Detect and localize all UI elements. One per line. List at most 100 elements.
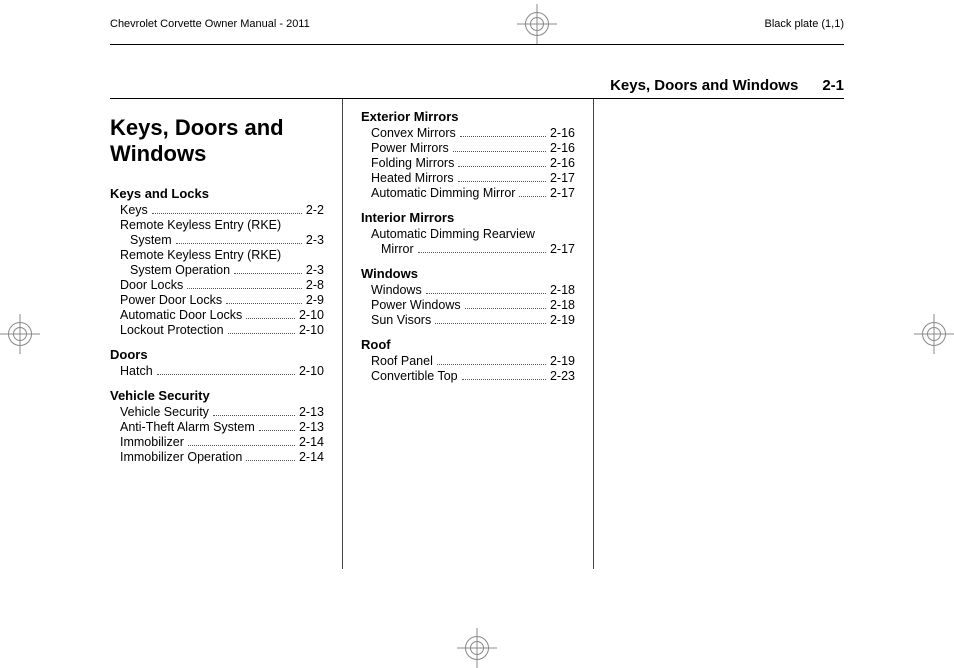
toc-leader-dots — [426, 293, 546, 294]
registration-mark-left — [6, 320, 34, 348]
toc-section-heading: Roof — [361, 337, 575, 352]
toc-entry-label: Roof Panel — [371, 354, 433, 368]
toc-entry-page: 2-13 — [299, 420, 324, 434]
toc-leader-dots — [458, 181, 546, 182]
toc-entry-label: Heated Mirrors — [371, 171, 454, 185]
toc-entry: Automatic Dimming Rearview — [371, 227, 575, 241]
toc-entry: Windows 2-18 — [371, 283, 575, 297]
toc-entry: Hatch 2-10 — [120, 364, 324, 378]
toc-entry-label: Immobilizer — [120, 435, 184, 449]
toc-section-heading: Keys and Locks — [110, 186, 324, 201]
toc-section-heading: Exterior Mirrors — [361, 109, 575, 124]
toc-entry-page: 2-9 — [306, 293, 324, 307]
toc-entry-page: 2-18 — [550, 298, 575, 312]
toc-leader-dots — [246, 318, 295, 319]
toc-entry-page: 2-14 — [299, 435, 324, 449]
toc-entry-label: Power Door Locks — [120, 293, 222, 307]
toc-leader-dots — [259, 430, 295, 431]
toc-entry-page: 2-2 — [306, 203, 324, 217]
toc-leader-dots — [234, 273, 302, 274]
toc-entry-label: Automatic Dimming Mirror — [371, 186, 515, 200]
toc-entry-page: 2-17 — [550, 186, 575, 200]
toc-entry-label: Convex Mirrors — [371, 126, 456, 140]
toc-entry-page: 2-10 — [299, 364, 324, 378]
toc-entry: Folding Mirrors 2-16 — [371, 156, 575, 170]
toc-column-2: Exterior Mirrors Convex Mirrors 2-16 Power … — [343, 99, 594, 569]
toc-entry-page: 2-17 — [550, 242, 575, 256]
toc-entry-label: Anti-Theft Alarm System — [120, 420, 255, 434]
toc-leader-dots — [465, 308, 546, 309]
toc-leader-dots — [418, 252, 546, 253]
toc-leader-dots — [213, 415, 295, 416]
toc-entry-label: Convertible Top — [371, 369, 458, 383]
toc-leader-dots — [188, 445, 295, 446]
toc-leader-dots — [187, 288, 302, 289]
running-head-title: Keys, Doors and Windows — [610, 77, 798, 94]
toc-entry-page: 2-17 — [550, 171, 575, 185]
toc-leader-dots — [453, 151, 546, 152]
running-head-page: 2-1 — [822, 77, 844, 94]
toc-entry: Roof Panel2-19 — [371, 354, 575, 368]
toc-entry-label: Automatic Dimming Rearview — [371, 227, 535, 241]
toc-entry: Remote Keyless Entry (RKE) — [120, 248, 324, 262]
toc-leader-dots — [437, 364, 546, 365]
toc-entry: Remote Keyless Entry (RKE) — [120, 218, 324, 232]
toc-entry-label: Vehicle Security — [120, 405, 209, 419]
toc-column-1: Keys, Doors and Windows Keys and Locks Ke… — [110, 99, 343, 569]
toc-section-heading: Interior Mirrors — [361, 210, 575, 225]
toc-section-heading: Vehicle Security — [110, 388, 324, 403]
toc-entry-label: System — [130, 233, 172, 247]
toc-leader-dots — [462, 379, 546, 380]
toc-entry-page: 2-10 — [299, 308, 324, 322]
toc-section-heading: Doors — [110, 347, 324, 362]
toc-entry-label: Hatch — [120, 364, 153, 378]
toc-entry-page: 2-18 — [550, 283, 575, 297]
toc-leader-dots — [157, 374, 295, 375]
page-content: Keys, Doors and Windows Keys and Locks Ke… — [110, 99, 844, 569]
toc-entry-label: Remote Keyless Entry (RKE) — [120, 218, 281, 232]
toc-entry-page: 2-16 — [550, 156, 575, 170]
toc-entry-page: 2-14 — [299, 450, 324, 464]
header-rule-top — [110, 44, 844, 45]
toc-entry-label: Lockout Protection — [120, 323, 224, 337]
toc-entry: Immobilizer Operation2-14 — [120, 450, 324, 464]
toc-entry: Automatic Dimming Mirror 2-17 — [371, 186, 575, 200]
toc-entry-page: 2-8 — [306, 278, 324, 292]
registration-mark-right — [920, 320, 948, 348]
toc-entry-page: 2-16 — [550, 141, 575, 155]
toc-entry-label: Remote Keyless Entry (RKE) — [120, 248, 281, 262]
toc-entry-label: Windows — [371, 283, 422, 297]
toc-column-3 — [594, 99, 844, 569]
toc-entry: Anti-Theft Alarm System 2-13 — [120, 420, 324, 434]
toc-leader-dots — [152, 213, 302, 214]
toc-entry: Keys 2-2 — [120, 203, 324, 217]
toc-entry-label: Door Locks — [120, 278, 183, 292]
toc-entry-continuation: Mirror2-17 — [381, 242, 575, 256]
toc-entry-label: System Operation — [130, 263, 230, 277]
toc-leader-dots — [176, 243, 302, 244]
chapter-title: Keys, Doors and Windows — [110, 115, 324, 168]
toc-entry: Convertible Top2-23 — [371, 369, 575, 383]
toc-entry-label: Power Mirrors — [371, 141, 449, 155]
toc-entry-page: 2-19 — [550, 313, 575, 327]
toc-entry: Sun Visors2-19 — [371, 313, 575, 327]
toc-entry-label: Folding Mirrors — [371, 156, 454, 170]
toc-entry-page: 2-3 — [306, 263, 324, 277]
toc-entry-continuation: System Operation 2-3 — [130, 263, 324, 277]
running-head: Keys, Doors and Windows 2-1 — [110, 77, 844, 94]
toc-entry-page: 2-16 — [550, 126, 575, 140]
toc-entry: Heated Mirrors 2-17 — [371, 171, 575, 185]
toc-entry-page: 2-3 — [306, 233, 324, 247]
registration-mark-bottom — [463, 634, 491, 662]
toc-entry: Immobilizer 2-14 — [120, 435, 324, 449]
manual-title: Chevrolet Corvette Owner Manual - 2011 — [110, 18, 310, 30]
toc-entry: Lockout Protection 2-10 — [120, 323, 324, 337]
toc-leader-dots — [519, 196, 546, 197]
toc-entry: Door Locks 2-8 — [120, 278, 324, 292]
toc-entry-continuation: System 2-3 — [130, 233, 324, 247]
toc-entry-label: Power Windows — [371, 298, 461, 312]
toc-entry-page: 2-10 — [299, 323, 324, 337]
toc-leader-dots — [458, 166, 546, 167]
toc-entry-label: Keys — [120, 203, 148, 217]
toc-leader-dots — [228, 333, 295, 334]
